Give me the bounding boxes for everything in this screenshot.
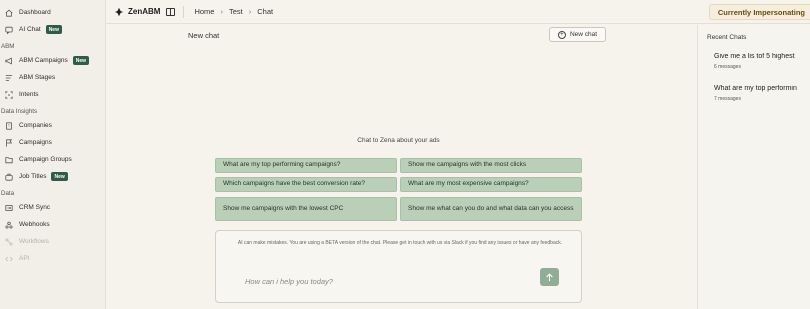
folder-icon: [4, 155, 13, 164]
recent-chat-item[interactable]: What are my top performin 7 messages: [714, 85, 810, 102]
zenabm-logo-icon: [114, 7, 124, 16]
sidebar-item-label: API: [19, 255, 30, 262]
suggestion-button[interactable]: Which campaigns have the best conversion…: [215, 177, 397, 192]
recent-chat-question: What are my top performin: [714, 85, 797, 92]
sidebar-item-companies[interactable]: Companies: [0, 117, 105, 134]
new-badge: New: [72, 56, 90, 65]
sidebar-item-webhooks[interactable]: Webhooks: [0, 216, 105, 233]
breadcrumb-test[interactable]: Test: [229, 7, 243, 16]
impersonation-badge[interactable]: Currently Impersonating: [708, 4, 810, 20]
webhook-icon: [4, 220, 13, 229]
sidebar-item-label: ABM Stages: [19, 74, 56, 81]
recent-chats-panel: Recent Chats Give me a lis tof 5 highest…: [697, 25, 810, 309]
new-chat-button[interactable]: + New chat: [549, 27, 606, 42]
chat-icon: [4, 25, 13, 34]
chat-main: New chat + New chat Chat to Zena about y…: [106, 25, 697, 309]
sidebar-item-dashboard[interactable]: Dashboard: [0, 4, 105, 21]
sidebar-item-crm-sync[interactable]: CRM Sync: [0, 199, 105, 216]
sidebar-item-intents[interactable]: Intents: [0, 86, 105, 103]
new-badge: New: [45, 25, 62, 34]
send-button[interactable]: [540, 268, 559, 286]
new-chat-label: New chat: [569, 31, 598, 38]
recent-chat-question: Give me a lis tof 5 highest: [714, 53, 795, 60]
workflow-icon: [4, 237, 13, 246]
sidebar-item-abm-stages[interactable]: ABM Stages: [0, 69, 105, 86]
suggestion-button[interactable]: Show me campaigns with the most clicks: [400, 158, 582, 173]
recent-chat-count: 6 messages: [714, 64, 741, 70]
sidebar-toggle-icon[interactable]: [166, 7, 176, 16]
breadcrumb-home[interactable]: Home: [194, 7, 214, 16]
chevron-right-icon: ›: [248, 7, 252, 16]
recent-chats-title: Recent Chats: [707, 34, 747, 41]
sidebar-item-label: Campaigns: [19, 139, 52, 146]
brand-name: ZenABM: [128, 7, 161, 16]
breadcrumb-chat: Chat: [257, 7, 274, 16]
chat-composer: AI can make mistakes. You are using a BE…: [215, 230, 582, 303]
code-icon: [4, 254, 13, 263]
chat-input[interactable]: How can i help you today?: [245, 277, 333, 286]
sidebar-item-label: CRM Sync: [19, 204, 51, 211]
sidebar-item-api[interactable]: API: [0, 250, 105, 267]
flag-icon: [4, 138, 13, 147]
home-icon: [4, 8, 13, 17]
megaphone-icon: [4, 56, 13, 65]
suggestion-button[interactable]: Show me campaigns with the lowest CPC: [215, 197, 397, 221]
sidebar-item-label: AI Chat: [19, 26, 41, 33]
chevron-right-icon: ›: [220, 7, 223, 16]
suggestion-button[interactable]: Show me what can you do and what data ca…: [400, 197, 582, 221]
sidebar-item-label: Workflows: [19, 238, 49, 245]
breadcrumb: Home › Test › Chat: [194, 7, 273, 16]
sidebar-item-campaigns[interactable]: Campaigns: [0, 134, 105, 151]
top-bar: ZenABM Home › Test › Chat Currently Impe…: [106, 0, 810, 24]
sidebar-item-label: ABM Campaigns: [19, 57, 68, 64]
building-icon: [4, 121, 13, 130]
chat-title: New chat: [188, 31, 220, 40]
divider: [183, 5, 185, 18]
sidebar-item-label: Intents: [19, 91, 39, 98]
target-icon: [4, 90, 13, 99]
plus-circle-icon: +: [557, 30, 566, 39]
recent-chat-item[interactable]: Give me a lis tof 5 highest 6 messages: [714, 53, 810, 70]
sidebar-item-label: Campaign Groups: [19, 156, 72, 163]
sidebar-item-job-titles[interactable]: Job Titles New: [0, 168, 105, 185]
section-title-data: Data: [1, 190, 15, 197]
sidebar-item-campaign-groups[interactable]: Campaign Groups: [0, 151, 105, 168]
beta-notice: AI can make mistakes. You are using a BE…: [237, 240, 563, 246]
stages-icon: [4, 73, 13, 82]
suggestion-button[interactable]: What are my most expensive campaigns?: [400, 177, 582, 192]
section-title-data-insights: Data Insights: [1, 108, 38, 115]
sidebar-item-label: Job Titles: [19, 173, 47, 180]
arrow-up-icon: [546, 272, 553, 281]
section-title-abm: ABM: [1, 43, 15, 50]
sidebar: Dashboard AI Chat New ABM ABM Campaigns …: [0, 0, 106, 309]
sidebar-item-label: Dashboard: [19, 9, 51, 16]
chat-prompt-heading: Chat to Zena about your ads: [357, 137, 440, 144]
new-badge: New: [51, 172, 68, 181]
suggestion-button[interactable]: What are my top performing campaigns?: [215, 158, 397, 173]
recent-chat-count: 7 messages: [714, 96, 741, 102]
sync-icon: [4, 203, 13, 212]
sidebar-item-abm-campaigns[interactable]: ABM Campaigns New: [0, 52, 105, 69]
sidebar-item-workflows[interactable]: Workflows: [0, 233, 105, 250]
sidebar-item-label: Companies: [19, 122, 52, 129]
sidebar-item-ai-chat[interactable]: AI Chat New: [0, 21, 105, 38]
sidebar-item-label: Webhooks: [19, 221, 50, 228]
brand-logo[interactable]: ZenABM: [114, 7, 160, 17]
briefcase-icon: [4, 172, 13, 181]
